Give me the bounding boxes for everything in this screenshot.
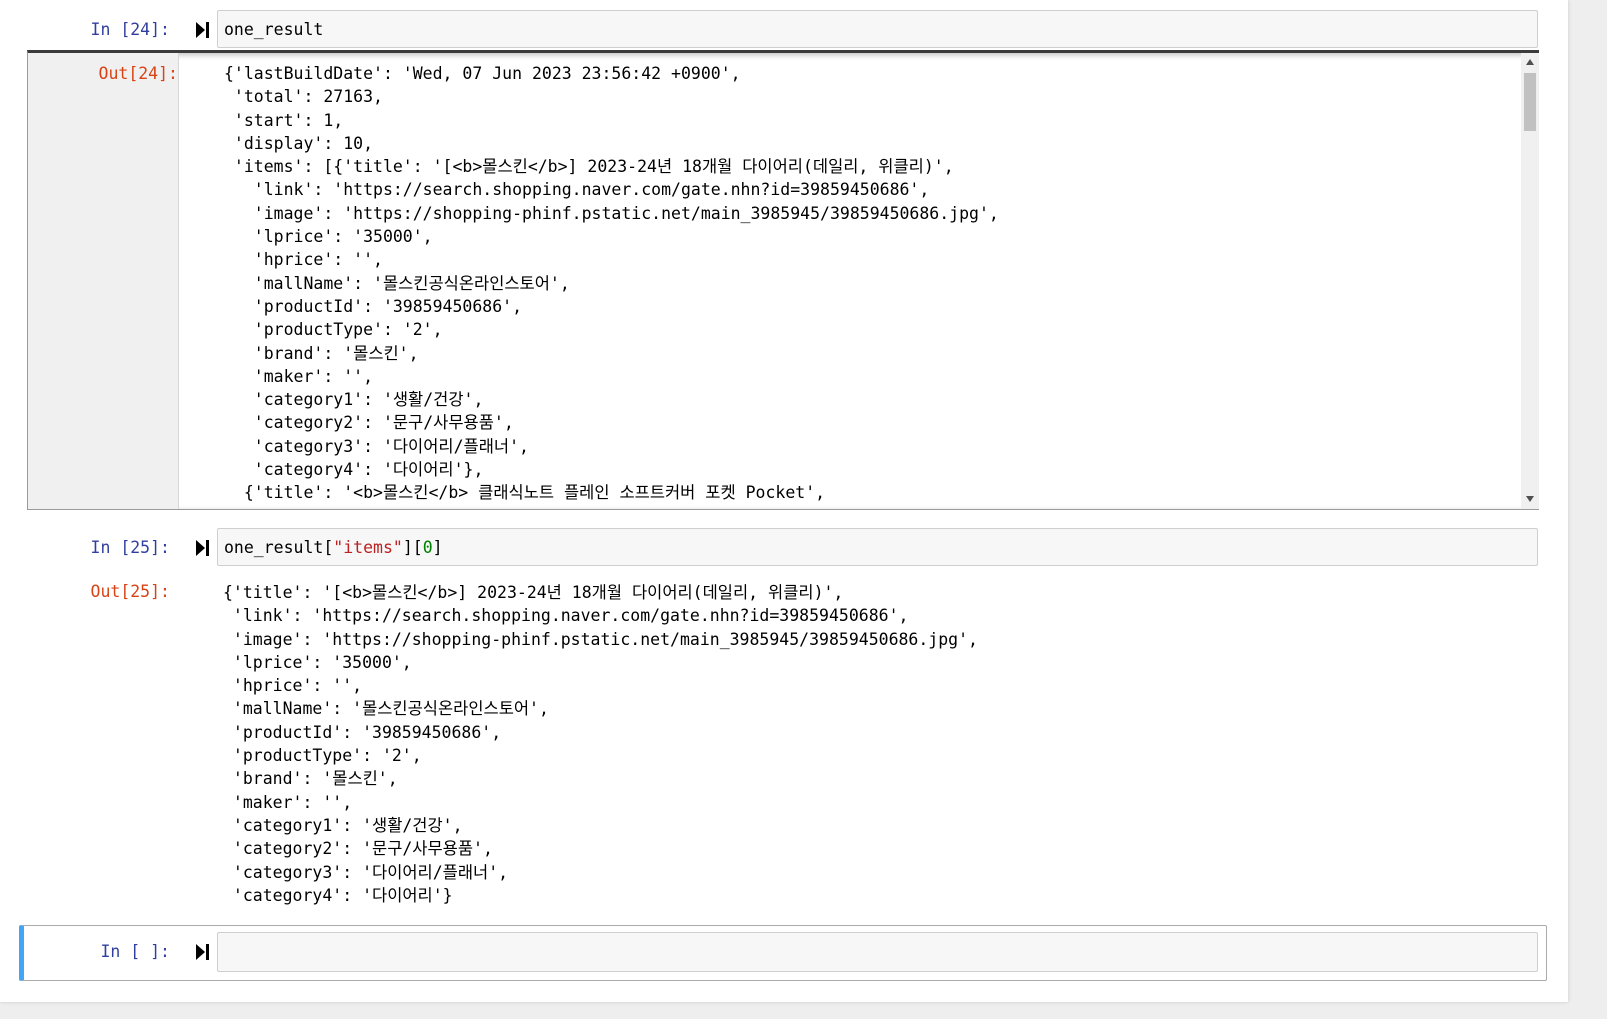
output-prompt-area: [28, 53, 179, 509]
output-line: 'maker': '',: [224, 366, 374, 386]
output-line: 'maker': '',: [223, 792, 353, 812]
code-string: "items": [333, 538, 403, 557]
output-line: {'title': '[<b>몰스킨</b>] 2023-24년 18개월 다이…: [223, 583, 844, 602]
output-line: 'hprice': '',: [223, 676, 363, 696]
output-line: 'link': 'https://search.shopping.naver.c…: [224, 180, 930, 200]
code-part: one_result[: [224, 538, 334, 557]
code-input-empty[interactable]: [217, 932, 1538, 972]
input-prompt-25: In [25]:: [90, 538, 170, 557]
output-line: 'hprice': '',: [224, 250, 383, 270]
output-line: 'productId': '39859450686',: [223, 722, 502, 742]
output-line: 'category1': '생활/건강',: [223, 815, 463, 835]
output-line: 'lprice': '35000',: [224, 227, 433, 247]
code-input-25[interactable]: one_result["items"][0]: [217, 528, 1538, 566]
output-prompt-24: Out[24]:: [98, 64, 178, 83]
code-text-24: one_result: [224, 20, 324, 39]
output-line: {'title': '<b>몰스킨</b> 클래식노트 플레인 소프트커버 포켓…: [224, 483, 826, 503]
scrolled-output-24[interactable]: Out[24]: {'lastBuildDate': 'Wed, 07 Jun …: [27, 50, 1539, 510]
output-line: 'total': 27163,: [224, 87, 383, 107]
output-line: 'productType': '2',: [224, 320, 443, 340]
output-line: 'lprice': '35000',: [223, 652, 412, 672]
output-line: 'brand': '몰스킨',: [223, 769, 398, 789]
output-line: 'category3': '다이어리/플래너',: [224, 436, 529, 456]
scroll-up-arrow-icon[interactable]: [1526, 59, 1534, 65]
output-line: 'image': 'https://shopping-phinf.pstatic…: [223, 629, 978, 649]
output-line: 'category4': '다이어리'}: [223, 885, 453, 905]
output-line: 'mallName': '몰스킨공식온라인스토어',: [224, 273, 570, 293]
output-line: 'items': [{'title': '[<b>몰스킨</b>] 2023-2…: [224, 157, 954, 177]
output-line: 'category1': '생활/건강',: [224, 390, 484, 410]
output-text-24: {'lastBuildDate': 'Wed, 07 Jun 2023 23:5…: [224, 62, 999, 509]
code-part: ][: [402, 538, 423, 557]
input-prompt-empty: In [ ]:: [100, 942, 170, 961]
output-line: 'image': 'https://shopping-phinf.pstatic…: [224, 203, 999, 223]
code-number: 0: [422, 538, 433, 557]
output-line: 'category3': '다이어리/플래너',: [223, 862, 509, 882]
run-cell-icon[interactable]: [196, 21, 210, 39]
output-text-25: {'title': '[<b>몰스킨</b>] 2023-24년 18개월 다이…: [223, 581, 978, 907]
code-input-24[interactable]: one_result: [217, 10, 1538, 48]
run-cell-icon[interactable]: [196, 943, 210, 961]
output-line: 'mallName': '몰스킨공식온라인스토어',: [223, 699, 549, 719]
scroll-thumb[interactable]: [1524, 73, 1536, 131]
output-line: 'productType': '2',: [223, 746, 422, 766]
output-line: 'category4': '다이어리'},: [224, 460, 484, 480]
output-line: 'productId': '39859450686',: [224, 296, 523, 316]
output-line: 'link': 'https://search.shopping.naver.c…: [223, 606, 909, 626]
output-prompt-25: Out[25]:: [90, 582, 170, 601]
code-part: ]: [432, 538, 443, 557]
output-line: 'category2': '문구/사무용품',: [223, 839, 493, 859]
scroll-down-arrow-icon[interactable]: [1526, 496, 1534, 502]
output-line: 'link': 'https://search.shopping.naver.c…: [224, 505, 999, 509]
output-line: 'category2': '문구/사무용품',: [224, 413, 514, 433]
output-line: 'start': 1,: [224, 110, 344, 130]
input-prompt-24: In [24]:: [90, 20, 170, 39]
output-scrollbar[interactable]: [1521, 53, 1539, 509]
output-line: 'display': 10,: [224, 133, 374, 153]
output-line: 'brand': '몰스킨',: [224, 343, 419, 363]
run-cell-icon[interactable]: [196, 539, 210, 557]
output-line: {'lastBuildDate': 'Wed, 07 Jun 2023 23:5…: [224, 64, 741, 83]
notebook-container: In [24]: one_result Out[24]: {'lastBuild…: [0, 0, 1568, 1002]
